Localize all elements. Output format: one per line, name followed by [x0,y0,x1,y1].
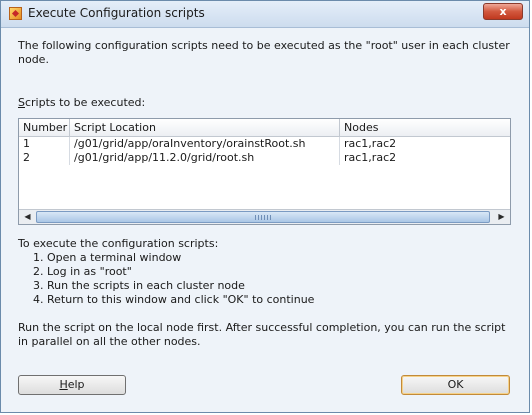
instruction-step: 1. Open a terminal window [33,251,182,264]
cell-number: 2 [19,151,70,165]
grip-icon [255,215,273,220]
cell-number: 1 [19,137,70,151]
intro-text: The following configuration scripts need… [18,39,510,66]
app-icon [9,7,22,20]
window-title: Execute Configuration scripts [28,6,205,20]
column-header-script-location[interactable]: Script Location [70,119,340,136]
instruction-step: 3. Run the scripts in each cluster node [33,279,245,292]
scroll-left-icon[interactable]: ◀ [21,211,34,223]
cell-nodes: rac1,rac2 [344,151,397,164]
cell-script-location: /g01/grid/app/oraInventory/orainstRoot.s… [70,137,340,151]
instruction-step: 4. Return to this window and click "OK" … [33,293,315,306]
scripts-label-text: Scripts to be executed: [18,96,146,109]
scripts-table: Number Script Location Nodes 1 /g01/grid… [18,118,511,225]
scrollbar-thumb[interactable] [36,211,490,223]
instructions-list: 1. Open a terminal window 2. Log in as "… [33,251,314,307]
column-header-nodes[interactable]: Nodes [340,119,510,136]
column-header-number[interactable]: Number [19,119,70,136]
title-bar[interactable]: Execute Configuration scripts x [1,1,529,28]
table-row[interactable]: 2 /g01/grid/app/11.2.0/grid/root.sh rac1… [19,151,510,165]
instructions-title: To execute the configuration scripts: [18,237,219,250]
table-header: Number Script Location Nodes [19,119,510,137]
note-text: Run the script on the local node first. … [18,321,506,348]
help-button[interactable]: Help [18,375,126,395]
cell-nodes: rac1,rac2 [344,137,397,150]
dialog-window: Execute Configuration scripts x The foll… [0,0,530,413]
scripts-label: Scripts to be executed: [18,96,145,110]
horizontal-scrollbar[interactable]: ◀ ▶ [19,209,510,224]
table-row[interactable]: 1 /g01/grid/app/oraInventory/orainstRoot… [19,137,510,151]
ok-button-label: OK [447,378,464,391]
instruction-step: 2. Log in as "root" [33,265,132,278]
cell-script-location: /g01/grid/app/11.2.0/grid/root.sh [70,151,340,165]
help-button-label: Help [59,378,85,391]
close-button[interactable]: x [483,3,523,20]
ok-button[interactable]: OK [401,375,510,395]
scroll-right-icon[interactable]: ▶ [495,211,508,223]
